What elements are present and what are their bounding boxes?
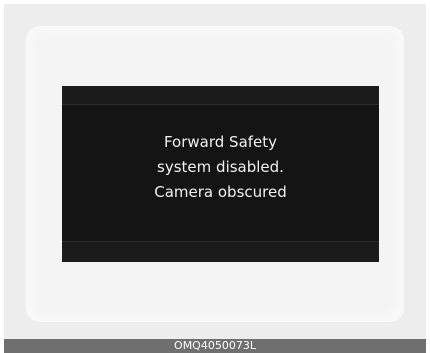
warning-message-line-3: Camera obscured xyxy=(154,183,287,201)
figure-code: OMQ4050073L xyxy=(4,339,426,353)
display-bottom-strip xyxy=(62,241,379,262)
warning-message-line-1: Forward Safety xyxy=(163,133,278,151)
display-top-strip xyxy=(62,86,379,105)
warning-message: Forward Safety system disabled. Camera o… xyxy=(62,130,379,205)
warning-message-line-2: system disabled. xyxy=(157,158,284,176)
cluster-display: Forward Safety system disabled. Camera o… xyxy=(62,86,379,262)
